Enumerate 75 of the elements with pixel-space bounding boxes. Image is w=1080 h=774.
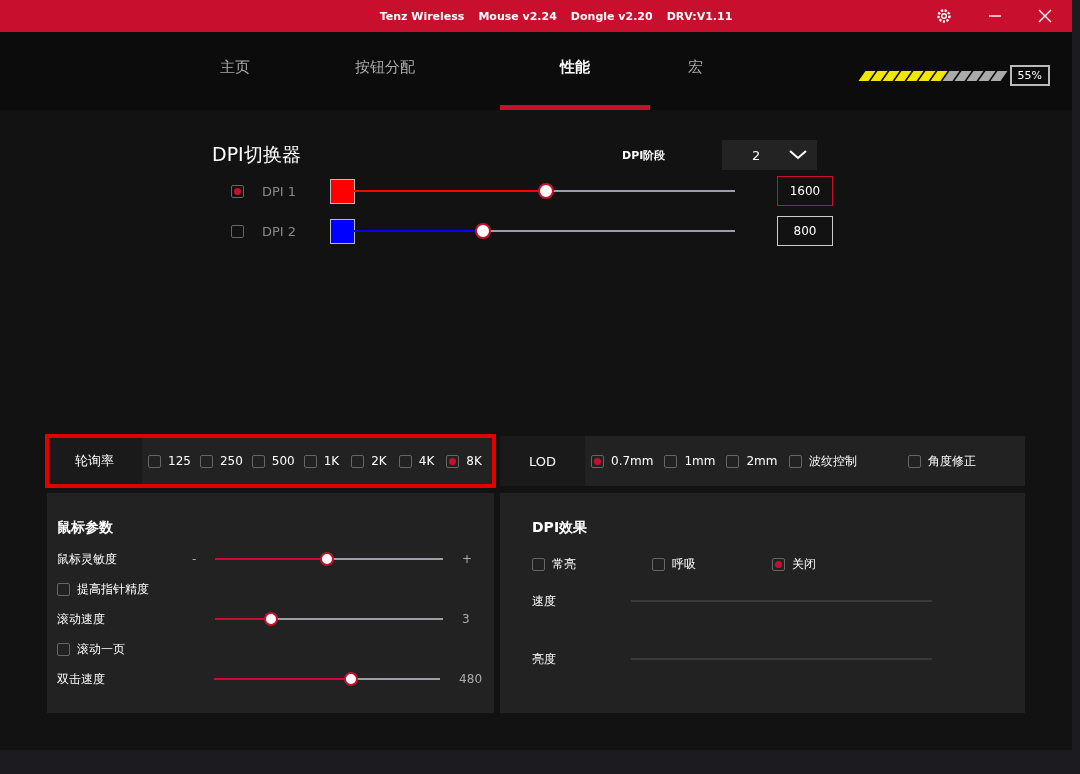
mode-label[interactable]: 常亮 xyxy=(552,556,576,573)
slider-thumb[interactable] xyxy=(538,183,554,199)
min-label: - xyxy=(192,552,198,566)
option-label[interactable]: 2K xyxy=(371,454,387,468)
option-checkbox[interactable] xyxy=(788,454,802,468)
mode-checkbox[interactable] xyxy=(532,558,545,571)
slider-thumb[interactable] xyxy=(474,223,491,239)
lod-label: LOD xyxy=(500,436,585,486)
option-label[interactable]: 125 xyxy=(168,454,191,468)
setting-label[interactable]: 提高指针精度 xyxy=(77,580,149,598)
setting-label: 鼠标灵敏度 xyxy=(57,550,118,568)
option-label[interactable]: 0.7mm xyxy=(611,454,654,468)
option-checkbox[interactable] xyxy=(907,454,921,468)
setting-checkbox[interactable] xyxy=(57,582,70,596)
option-checkbox[interactable] xyxy=(446,454,460,468)
color-swatch[interactable] xyxy=(330,218,355,244)
title-text: Dongle v2.20 xyxy=(570,9,653,23)
chevron-down-icon xyxy=(789,150,807,160)
mode-label[interactable]: 呼吸 xyxy=(672,556,696,573)
option-label[interactable]: 角度修正 xyxy=(927,452,976,470)
option-label[interactable]: 波纹控制 xyxy=(808,452,857,470)
option-checkbox[interactable] xyxy=(251,454,265,468)
option-checkbox[interactable] xyxy=(398,454,412,468)
stage-dropdown[interactable]: 2 xyxy=(722,140,817,170)
option-checkbox[interactable] xyxy=(726,454,740,468)
setting-label: 滚动速度 xyxy=(57,610,106,628)
dpi-label: DPI 2 xyxy=(262,223,298,239)
setting-label: 亮度 xyxy=(532,650,557,668)
mode-label[interactable]: 关闭 xyxy=(792,556,816,573)
max-label: + xyxy=(462,552,473,566)
section-title: DPI切换器 xyxy=(212,142,302,167)
option-label[interactable]: 500 xyxy=(271,454,295,468)
slider-thumb[interactable] xyxy=(264,612,279,626)
dpi-value-field[interactable]: 800 xyxy=(777,216,833,246)
option-label[interactable]: 250 xyxy=(219,454,243,468)
option-checkbox[interactable] xyxy=(148,454,161,468)
option-label[interactable]: 2mm xyxy=(746,454,778,468)
title-text: DRV:V1.11 xyxy=(666,9,733,23)
dpi-checkbox[interactable] xyxy=(231,224,244,238)
close-icon[interactable] xyxy=(1038,9,1052,23)
option-checkbox[interactable] xyxy=(351,454,365,468)
option-label[interactable]: 1K xyxy=(323,454,340,468)
setting-label: 速度 xyxy=(532,592,557,610)
nav-tab[interactable]: 性能 xyxy=(500,32,650,110)
setting-label[interactable]: 滚动一页 xyxy=(77,640,125,658)
option-label[interactable]: 8K xyxy=(466,454,482,468)
setting-value: 3 xyxy=(462,612,470,626)
setting-value: 480 xyxy=(459,672,482,686)
mode-checkbox[interactable] xyxy=(772,558,785,571)
slider-thumb[interactable] xyxy=(344,672,359,686)
option-checkbox[interactable] xyxy=(199,454,213,468)
setting-label: 双击速度 xyxy=(57,670,106,688)
slider-thumb[interactable] xyxy=(319,552,334,566)
setting-checkbox[interactable] xyxy=(57,642,70,656)
dpi-value-field[interactable]: 1600 xyxy=(777,176,833,206)
title-text: Mouse v2.24 xyxy=(478,9,557,23)
panel-title: 鼠标参数 xyxy=(57,519,114,537)
nav-tab[interactable]: 按钮分配 xyxy=(290,32,480,110)
mode-checkbox[interactable] xyxy=(652,558,665,571)
nav-tab[interactable]: 宏 xyxy=(670,32,720,110)
stage-label: DPI阶段 xyxy=(622,147,667,163)
option-checkbox[interactable] xyxy=(303,454,317,468)
option-checkbox[interactable] xyxy=(664,454,678,468)
option-label[interactable]: 1mm xyxy=(684,454,716,468)
panel-title: DPI效果 xyxy=(532,519,589,537)
settings-icon[interactable] xyxy=(936,8,952,24)
title-text: Tenz Wireless xyxy=(379,9,465,23)
color-swatch[interactable] xyxy=(330,178,355,204)
nav-tab[interactable]: 主页 xyxy=(200,32,270,110)
polling-rate-label: 轮询率 xyxy=(47,436,142,486)
option-checkbox[interactable] xyxy=(591,454,604,468)
dpi-checkbox[interactable] xyxy=(231,184,244,198)
option-label[interactable]: 4K xyxy=(418,454,435,468)
dpi-label: DPI 1 xyxy=(262,183,298,199)
battery-percentage: 55% xyxy=(1009,65,1050,86)
